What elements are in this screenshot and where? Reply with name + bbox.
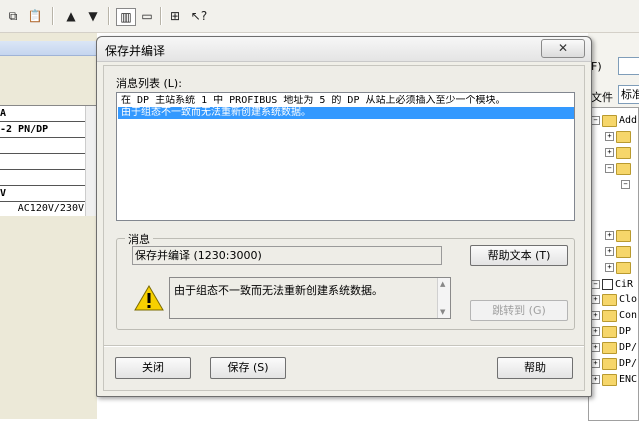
folder-icon — [602, 114, 617, 127]
message-code-field: 保存并编译 (1230:3000) — [132, 246, 442, 265]
tree-item[interactable]: + — [605, 129, 639, 144]
folder-icon — [616, 162, 631, 175]
table-row — [0, 138, 86, 154]
scroll-up-icon[interactable]: ▲ — [440, 280, 445, 288]
folder-icon — [602, 357, 617, 370]
folder-icon — [602, 293, 617, 306]
list-item-selected[interactable]: 由于组态不一致而无法重新创建系统数据。 — [118, 107, 574, 119]
tree-item[interactable]: + Clo — [591, 292, 639, 307]
table-row: AC120V/230V — [0, 201, 86, 217]
folder-icon — [602, 341, 617, 354]
message-list-label: 消息列表 (L): — [116, 77, 182, 90]
message-detail-text: 由于组态不一致而无法重新创建系统数据。 — [174, 284, 383, 297]
folder-icon — [616, 229, 631, 242]
tree-item[interactable]: − — [621, 177, 639, 192]
upload-icon[interactable]: ▼ — [84, 8, 102, 24]
tree-item[interactable]: + DP/ — [591, 356, 639, 371]
tree-item[interactable]: + — [605, 228, 639, 243]
dialog-title: 保存并编译 — [105, 44, 166, 58]
group-legend: 消息 — [125, 231, 153, 247]
profile-label: 文件 — [591, 91, 613, 104]
network-icon[interactable]: ⊞ — [166, 8, 184, 24]
message-detail-box: 由于组态不一致而无法重新创建系统数据。 ▲ ▼ — [169, 277, 451, 319]
table-row: V — [0, 186, 86, 202]
pane-header — [0, 41, 97, 56]
window-icon[interactable]: ▭ — [138, 8, 156, 24]
folder-icon — [616, 245, 631, 258]
catalog-pane: F) 文件 标准 −Add + + − − + + + −CiR +Clo +C… — [588, 33, 639, 421]
jump-to-button[interactable]: 跳转到 (G) — [470, 300, 568, 321]
tree-item[interactable]: + ENC — [591, 372, 639, 387]
folder-icon — [602, 325, 617, 338]
close-button[interactable]: 关闭 — [115, 357, 191, 379]
module-table: A -2 PN/DP V AC120V/230V — [0, 105, 97, 217]
list-item[interactable]: 在 DP 主站系统 1 中 PROFIBUS 地址为 5 的 DP 从站上必须插… — [118, 95, 574, 107]
tree-item[interactable]: + — [605, 145, 639, 160]
tree-item[interactable]: − — [605, 161, 639, 176]
module-icon — [602, 279, 613, 290]
profile-select[interactable]: 标准 — [618, 85, 639, 104]
tree-item[interactable]: + DP/ — [591, 340, 639, 355]
hardware-table-pane: A -2 PN/DP V AC120V/230V — [0, 33, 97, 419]
table-row: -2 PN/DP — [0, 122, 86, 138]
folder-icon — [616, 261, 631, 274]
paste-icon[interactable]: 📋 — [26, 8, 44, 24]
help-text-button[interactable]: 帮助文本 (T) — [470, 245, 568, 266]
folder-icon — [602, 309, 617, 322]
folder-icon — [616, 146, 631, 159]
table-row — [0, 170, 86, 186]
message-group: 消息 保存并编译 (1230:3000) 帮助文本 (T) 由于组态不一致而无法… — [116, 231, 575, 330]
dialog-body: 消息列表 (L): 在 DP 主站系统 1 中 PROFIBUS 地址为 5 的… — [103, 65, 585, 391]
close-icon[interactable]: ✕ — [541, 39, 585, 58]
dialog-titlebar[interactable]: 保存并编译 ✕ — [97, 37, 591, 62]
save-compile-dialog: 保存并编译 ✕ 消息列表 (L): 在 DP 主站系统 1 中 PROFIBUS… — [96, 36, 592, 397]
tree-item[interactable]: + DP — [591, 324, 639, 339]
tree-item[interactable]: + — [605, 244, 639, 259]
copy-icon[interactable]: ⧉ — [4, 8, 22, 24]
warning-icon — [134, 285, 164, 311]
catalog-icon[interactable]: ▥ — [116, 8, 136, 26]
vertical-scrollbar[interactable]: ▲ ▼ — [437, 278, 450, 318]
main-toolbar: ⧉ 📋 ▲ ▼ ▥ ▭ ⊞ ↖? — [0, 0, 639, 33]
pane-background — [0, 216, 97, 419]
scroll-down-icon[interactable]: ▼ — [440, 308, 445, 316]
save-button[interactable]: 保存 (S) — [210, 357, 286, 379]
help-pointer-icon[interactable]: ↖? — [190, 8, 208, 24]
table-row: A — [0, 106, 86, 122]
tree-item[interactable]: − CiR — [591, 277, 639, 292]
find-label: F) — [591, 60, 602, 73]
folder-icon — [602, 373, 617, 386]
divider — [104, 345, 584, 347]
tree-item[interactable]: + — [605, 260, 639, 275]
table-row — [0, 154, 86, 170]
download-icon[interactable]: ▲ — [62, 8, 80, 24]
tree-item[interactable]: − Add — [591, 113, 639, 128]
folder-icon — [616, 130, 631, 143]
find-input[interactable] — [618, 57, 639, 75]
help-button[interactable]: 帮助 — [497, 357, 573, 379]
message-list[interactable]: 在 DP 主站系统 1 中 PROFIBUS 地址为 5 的 DP 从站上必须插… — [116, 92, 575, 221]
tree-item[interactable]: + Con — [591, 308, 639, 323]
